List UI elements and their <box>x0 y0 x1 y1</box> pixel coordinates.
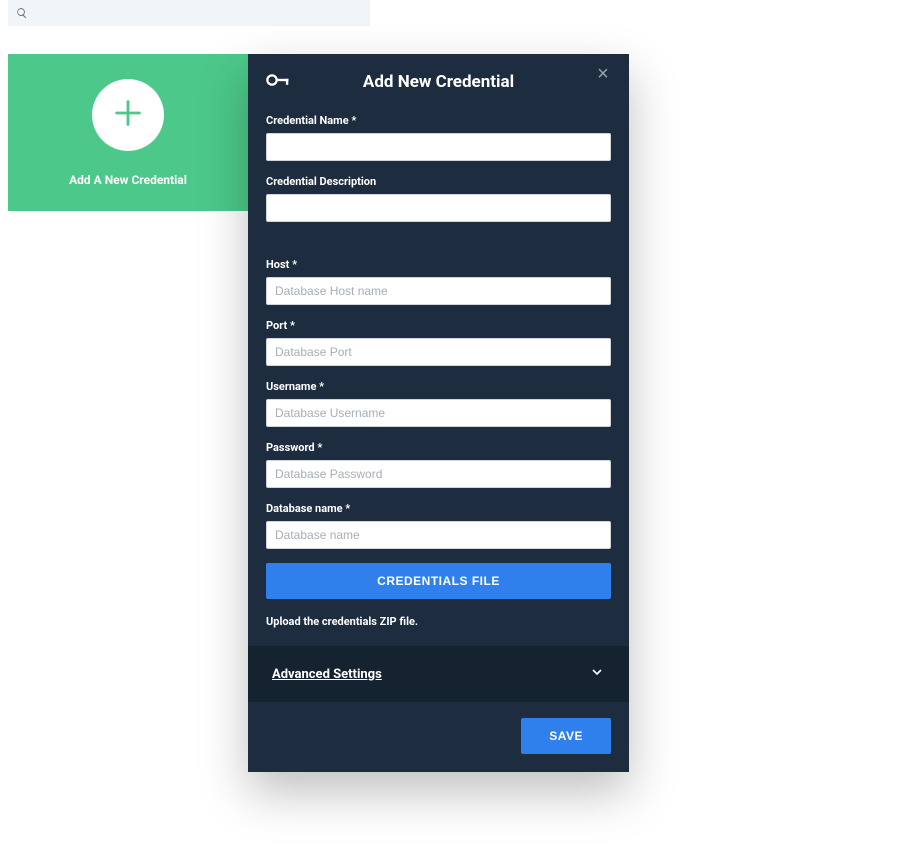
add-credential-modal: Add New Credential × Credential Name * C… <box>248 54 629 772</box>
label-password: Password * <box>266 441 611 454</box>
field-database-name: Database name * <box>266 502 611 549</box>
label-credential-name: Credential Name * <box>266 114 611 127</box>
field-credential-name: Credential Name * <box>266 114 611 161</box>
input-username[interactable] <box>266 399 611 427</box>
label-database-name: Database name * <box>266 502 611 515</box>
credentials-file-button[interactable]: CREDENTIALS FILE <box>266 563 611 599</box>
input-database-name[interactable] <box>266 521 611 549</box>
advanced-settings-label: Advanced Settings <box>272 667 382 682</box>
plus-circle <box>92 79 164 151</box>
field-credential-description: Credential Description <box>266 175 611 222</box>
input-host[interactable] <box>266 277 611 305</box>
label-port: Port * <box>266 319 611 332</box>
modal-footer: SAVE <box>248 702 629 772</box>
input-password[interactable] <box>266 460 611 488</box>
field-host: Host * <box>266 258 611 305</box>
modal-title: Add New Credential <box>363 72 514 92</box>
input-credential-name[interactable] <box>266 133 611 161</box>
save-button[interactable]: SAVE <box>521 718 611 754</box>
key-icon <box>266 72 290 92</box>
field-username: Username * <box>266 380 611 427</box>
field-port: Port * <box>266 319 611 366</box>
label-credential-description: Credential Description <box>266 175 611 188</box>
close-button[interactable]: × <box>593 64 613 84</box>
advanced-settings-toggle[interactable]: Advanced Settings <box>248 646 629 702</box>
chevron-down-icon <box>589 664 605 684</box>
plus-icon <box>111 96 145 134</box>
search-bar[interactable] <box>8 0 370 26</box>
field-password: Password * <box>266 441 611 488</box>
upload-hint: Upload the credentials ZIP file. <box>266 615 611 628</box>
label-username: Username * <box>266 380 611 393</box>
modal-header: Add New Credential × <box>248 54 629 98</box>
label-host: Host * <box>266 258 611 271</box>
add-card-label: Add A New Credential <box>69 173 187 187</box>
search-icon <box>16 4 28 23</box>
modal-body: Credential Name * Credential Description… <box>248 98 629 646</box>
input-credential-description[interactable] <box>266 194 611 222</box>
input-port[interactable] <box>266 338 611 366</box>
add-new-credential-card[interactable]: Add A New Credential <box>8 54 248 211</box>
